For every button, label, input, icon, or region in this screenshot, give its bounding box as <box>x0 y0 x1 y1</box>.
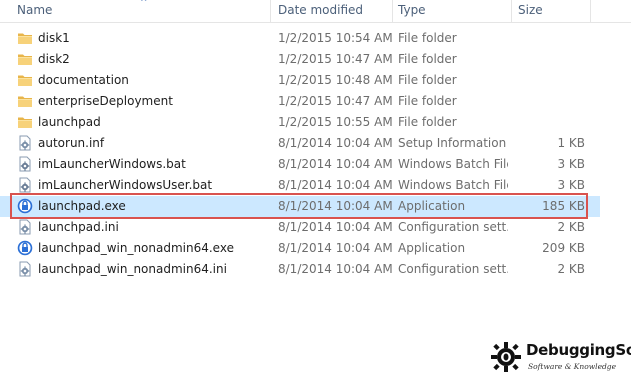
file-row[interactable]: imLauncherWindowsUser.bat 8/1/2014 10:04 … <box>0 175 600 196</box>
file-row[interactable]: imLauncherWindows.bat 8/1/2014 10:04 AM Wi… <box>0 154 600 175</box>
column-divider[interactable] <box>590 0 591 22</box>
file-date-modified: 1/2/2015 10:48 AM <box>278 73 393 87</box>
column-header-type[interactable]: Type <box>398 3 426 17</box>
file-size: 1 KB <box>557 136 585 150</box>
file-row[interactable]: disk2 1/2/2015 10:47 AM File folder <box>0 49 600 70</box>
file-type: Application <box>398 241 466 255</box>
file-date-modified: 1/2/2015 10:55 AM <box>278 115 393 129</box>
file-name: autorun.inf <box>38 136 105 150</box>
gear-bug-logo-icon <box>491 342 521 372</box>
file-row[interactable]: autorun.inf 8/1/2014 10:04 AM Setup Inform… <box>0 133 600 154</box>
column-divider[interactable] <box>392 0 393 22</box>
file-date-modified: 1/2/2015 10:47 AM <box>278 94 393 108</box>
settings-file-icon <box>19 219 31 235</box>
watermark-subtitle: Software & Knowledge <box>528 362 617 371</box>
column-divider[interactable] <box>270 0 271 22</box>
file-date-modified: 1/2/2015 10:47 AM <box>278 52 393 66</box>
file-date-modified: 8/1/2014 10:04 AM <box>278 157 393 171</box>
file-row[interactable]: disk1 1/2/2015 10:54 AM File folder <box>0 28 600 49</box>
column-header-bar: Name ^ Date modified Type Size <box>0 0 631 23</box>
file-type: Application <box>398 199 466 213</box>
file-size: 209 KB <box>542 241 585 255</box>
file-size: 3 KB <box>557 178 585 192</box>
file-row[interactable]: enterpriseDeployment 1/2/2015 10:47 AM Fil… <box>0 91 600 112</box>
file-size: 2 KB <box>557 220 585 234</box>
file-name: launchpad_win_nonadmin64.exe <box>38 241 234 255</box>
file-type: File folder <box>398 52 457 66</box>
batch-file-icon <box>19 156 31 172</box>
file-row[interactable]: launchpad 1/2/2015 10:55 AM File folder <box>0 112 600 133</box>
folder-icon <box>18 54 32 65</box>
batch-file-icon <box>19 177 31 193</box>
file-type: Setup Information <box>398 136 507 150</box>
file-type: File folder <box>398 73 457 87</box>
file-name: disk2 <box>38 52 70 66</box>
file-row[interactable]: documentation 1/2/2015 10:48 AM File folde… <box>0 70 600 91</box>
column-divider[interactable] <box>511 0 512 22</box>
column-header-date-modified[interactable]: Date modified <box>278 3 363 17</box>
file-name: imLauncherWindows.bat <box>38 157 186 171</box>
settings-file-icon <box>19 135 31 151</box>
file-name: enterpriseDeployment <box>38 94 173 108</box>
file-date-modified: 8/1/2014 10:04 AM <box>278 136 393 150</box>
file-type: File folder <box>398 115 457 129</box>
file-name: launchpad_win_nonadmin64.ini <box>38 262 227 276</box>
file-row[interactable]: launchpad_win_nonadmin64.exe 8/1/2014 10:… <box>0 238 600 259</box>
file-type: File folder <box>398 94 457 108</box>
file-row[interactable]: launchpad.ini 8/1/2014 10:04 AM Configurat… <box>0 217 600 238</box>
settings-file-icon <box>19 261 31 277</box>
file-date-modified: 1/2/2015 10:54 AM <box>278 31 393 45</box>
column-header-size[interactable]: Size <box>518 3 543 17</box>
file-name: imLauncherWindowsUser.bat <box>38 178 213 192</box>
file-date-modified: 8/1/2014 10:04 AM <box>278 178 393 192</box>
folder-icon <box>18 96 32 107</box>
file-size: 185 KB <box>542 199 585 213</box>
file-type: Configuration sett... <box>398 220 508 234</box>
watermark-title: DebuggingSoft <box>526 341 631 359</box>
file-date-modified: 8/1/2014 10:04 AM <box>278 241 393 255</box>
file-type: File folder <box>398 31 457 45</box>
file-date-modified: 8/1/2014 10:04 AM <box>278 262 393 276</box>
watermark-logo: DebuggingSoft Software & Knowledge <box>490 338 631 380</box>
file-name: launchpad.ini <box>38 220 119 234</box>
file-row[interactable]: launchpad.exe 8/1/2014 10:04 AM Applicatio… <box>0 196 600 217</box>
column-header-name[interactable]: Name <box>17 3 52 17</box>
file-name: launchpad.exe <box>38 199 126 213</box>
folder-icon <box>18 33 32 44</box>
file-date-modified: 8/1/2014 10:04 AM <box>278 220 393 234</box>
sort-up-icon: ^ <box>140 0 148 8</box>
file-name: disk1 <box>38 31 70 45</box>
file-size: 2 KB <box>557 262 585 276</box>
installer-app-icon <box>17 240 33 256</box>
file-size: 3 KB <box>557 157 585 171</box>
file-date-modified: 8/1/2014 10:04 AM <box>278 199 393 213</box>
folder-icon <box>18 75 32 86</box>
installer-app-icon <box>17 198 33 214</box>
file-row[interactable]: launchpad_win_nonadmin64.ini 8/1/2014 10:… <box>0 259 600 280</box>
folder-icon <box>18 117 32 128</box>
file-name: documentation <box>38 73 129 87</box>
file-type: Windows Batch File <box>398 157 508 171</box>
file-type: Configuration sett... <box>398 262 508 276</box>
file-type: Windows Batch File <box>398 178 508 192</box>
file-name: launchpad <box>38 115 101 129</box>
